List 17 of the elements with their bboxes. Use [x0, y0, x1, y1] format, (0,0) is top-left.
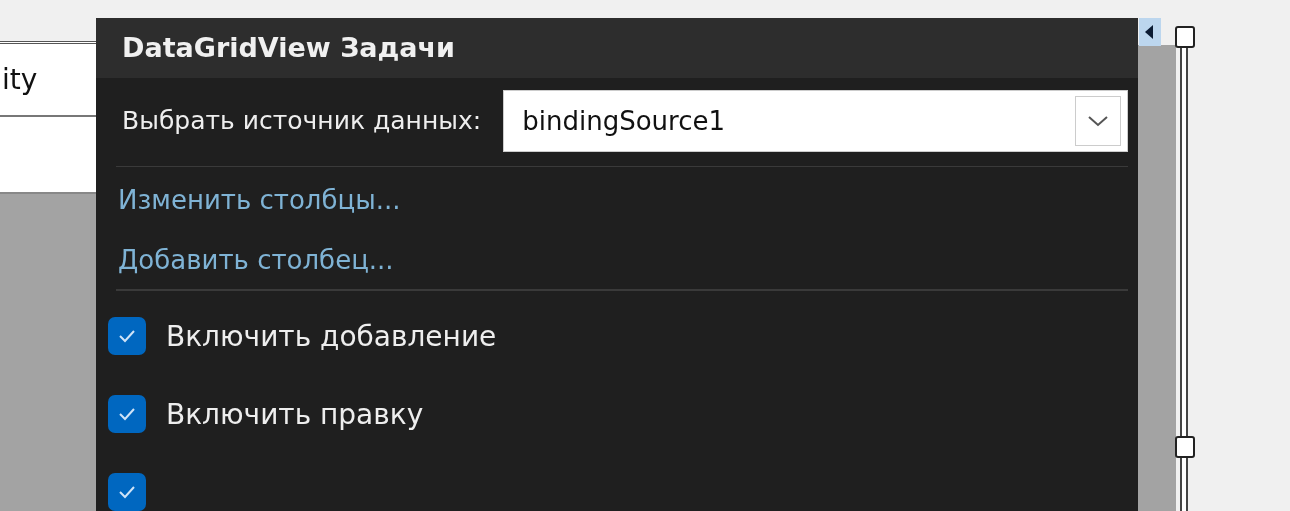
panel-title: DataGridView Задачи — [96, 18, 1138, 78]
checkbox[interactable] — [108, 395, 146, 433]
smart-tag-icon[interactable] — [1139, 18, 1161, 46]
checkbox-label: Включить правку — [166, 397, 424, 431]
column-header-text: ity — [1, 63, 38, 96]
checkbox[interactable] — [108, 317, 146, 355]
data-source-dropdown[interactable]: bindingSource1 — [503, 89, 1128, 152]
checkmark-icon — [118, 407, 136, 421]
checkmark-icon — [118, 485, 136, 499]
resize-handle[interactable] — [1175, 436, 1195, 458]
task-link[interactable]: Изменить столбцы... — [96, 185, 401, 216]
checkmark-icon — [118, 329, 136, 343]
data-source-label: Выбрать источник данных: — [122, 106, 482, 136]
task-link[interactable]: Добавить столбец... — [96, 245, 394, 276]
resize-handle[interactable] — [1175, 26, 1195, 48]
checkbox[interactable] — [108, 473, 146, 511]
checkbox-label: Включить добавление — [166, 319, 497, 353]
